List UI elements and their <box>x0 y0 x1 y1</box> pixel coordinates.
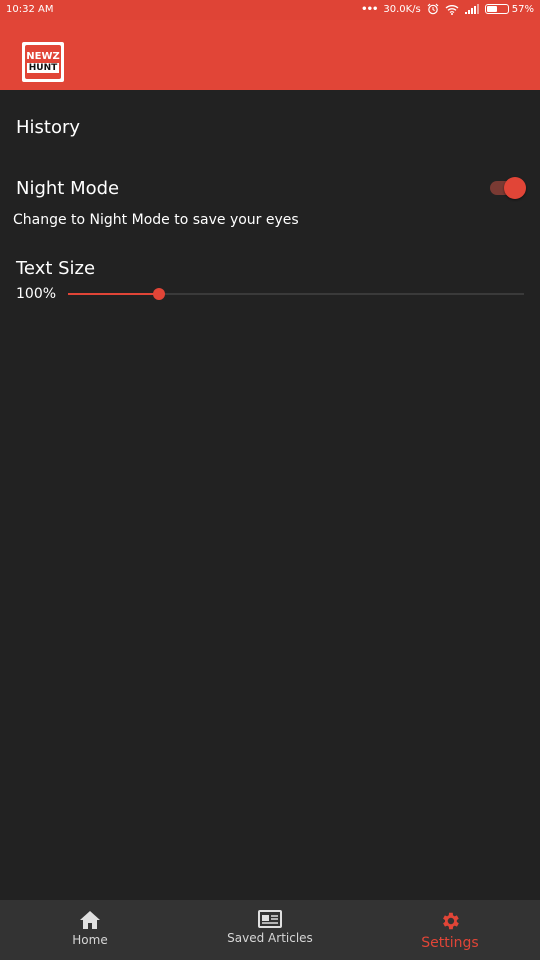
night-mode-description: Change to Night Mode to save your eyes <box>13 212 299 228</box>
newzhunt-logo: NEWZ HUNT <box>22 42 64 82</box>
wifi-icon <box>445 4 459 15</box>
home-icon <box>79 910 101 933</box>
bottom-navigation: Home Saved Articles Settings <box>0 900 540 960</box>
nav-home[interactable]: Home <box>0 900 180 960</box>
battery-percent: 57% <box>511 3 534 15</box>
nav-home-label: Home <box>72 933 108 947</box>
nav-settings[interactable]: Settings <box>360 900 540 960</box>
logo-text-bottom: HUNT <box>26 62 60 73</box>
text-size-title: Text Size <box>16 258 96 279</box>
night-mode-title: Night Mode <box>16 178 120 199</box>
alarm-icon <box>427 3 439 15</box>
gear-icon <box>439 910 461 935</box>
status-bar: 10:32 AM ••• 30.0K/s 57% <box>0 0 540 20</box>
text-size-slider[interactable] <box>68 286 524 302</box>
status-icons: ••• 30.0K/s 57% <box>361 3 534 15</box>
slider-thumb[interactable] <box>153 288 166 300</box>
toggle-thumb <box>504 177 526 199</box>
app-bar: NEWZ HUNT <box>0 20 540 90</box>
slider-fill <box>68 293 160 295</box>
text-size-value: 100% <box>16 286 57 302</box>
more-dots-icon: ••• <box>361 3 378 15</box>
nav-settings-label: Settings <box>421 935 479 951</box>
signal-icon <box>464 4 479 14</box>
network-speed: 30.0K/s <box>383 3 421 15</box>
battery-icon: 57% <box>484 3 534 15</box>
night-mode-toggle[interactable] <box>490 176 528 200</box>
history-setting[interactable]: History <box>16 117 80 138</box>
nav-saved-articles[interactable]: Saved Articles <box>180 900 360 960</box>
status-time: 10:32 AM <box>6 4 54 15</box>
nav-saved-articles-label: Saved Articles <box>227 931 313 945</box>
saved-articles-icon <box>258 910 282 931</box>
logo-text-top: NEWZ <box>26 50 60 62</box>
